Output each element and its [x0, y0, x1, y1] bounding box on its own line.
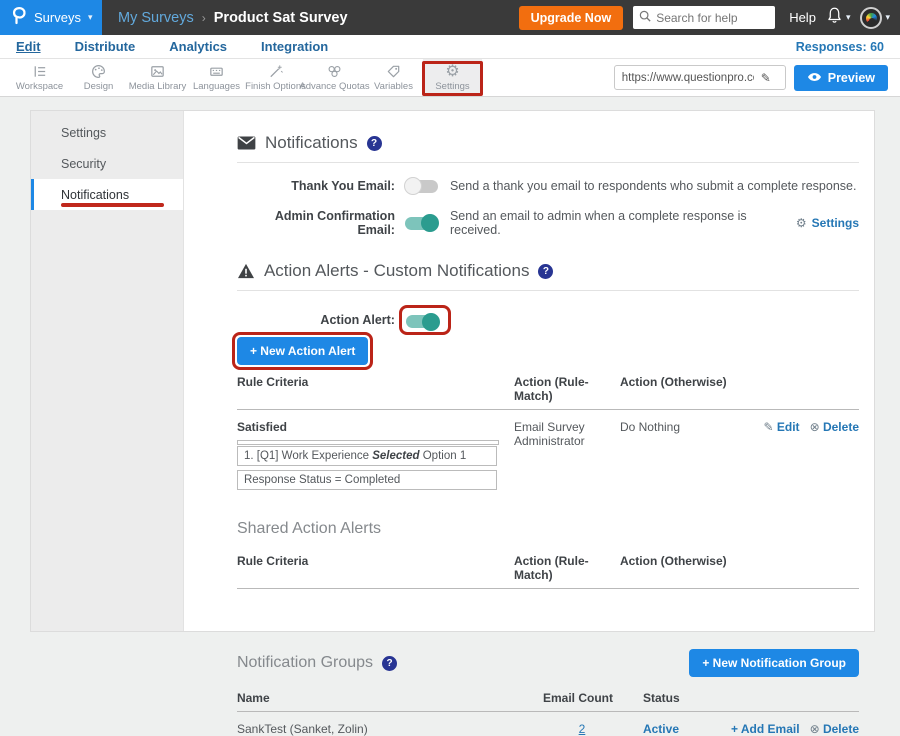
toolbar-item-variables[interactable]: Variables	[364, 59, 423, 96]
thank-you-email-row: Thank You Email: Send a thank you email …	[237, 179, 859, 193]
notification-groups-header: Notification Groups ? + New Notification…	[237, 649, 859, 677]
edit-url-pencil-icon[interactable]: ✎	[754, 71, 778, 85]
chevron-down-icon: ▾	[88, 12, 93, 23]
toolbar-item-workspace[interactable]: Workspace	[10, 59, 69, 96]
variables-tag-icon	[385, 63, 402, 80]
sidebar-item-security[interactable]: Security	[31, 148, 183, 179]
group-row: SankTest (Sanket, Zolin) 2 Active + Add …	[237, 712, 859, 736]
help-icon[interactable]: ?	[367, 136, 382, 151]
delete-alert-link[interactable]: Delete	[823, 420, 859, 434]
admin-email-settings-link[interactable]: Settings	[812, 216, 859, 230]
chevron-down-icon: ▾	[846, 12, 851, 23]
product-label: Surveys	[34, 10, 81, 25]
action-alerts-table-header: Rule Criteria Action (Rule-Match) Action…	[237, 375, 859, 410]
toolbar-item-finish-options[interactable]: Finish Options	[246, 59, 305, 96]
edit-pencil-icon: ✎	[763, 420, 773, 434]
advance-quotas-links-icon	[326, 63, 343, 80]
preview-button[interactable]: Preview	[794, 65, 888, 91]
delete-group-link[interactable]: Delete	[823, 722, 859, 736]
settings-page: Settings Security Notifications Notifica…	[0, 97, 900, 655]
edit-alert-link[interactable]: Edit	[777, 420, 800, 434]
chevron-down-icon: ▾	[885, 12, 890, 23]
tab-distribute[interactable]: Distribute	[75, 39, 136, 54]
new-action-alert-button[interactable]: + New Action Alert	[237, 337, 368, 365]
warning-triangle-icon	[237, 263, 255, 279]
gear-icon: ⚙	[796, 216, 807, 230]
toolbar-item-media-library[interactable]: Media Library	[128, 59, 187, 96]
criteria-strip	[237, 440, 499, 445]
tab-analytics[interactable]: Analytics	[169, 39, 227, 54]
help-link[interactable]: Help	[789, 10, 816, 25]
help-icon[interactable]: ?	[538, 264, 553, 279]
groups-table-header: Name Email Count Status	[237, 691, 859, 712]
breadcrumb: My Surveys › Product Sat Survey	[118, 10, 348, 26]
admin-confirmation-email-row: Admin Confirmation Email: Send an email …	[237, 209, 859, 237]
search-input[interactable]	[656, 11, 766, 25]
sidebar-item-notifications[interactable]: Notifications	[31, 179, 183, 210]
tab-integration[interactable]: Integration	[261, 39, 328, 54]
settings-gear-icon: ⚙	[445, 63, 459, 80]
group-status: Active	[621, 722, 731, 736]
avatar	[860, 7, 882, 29]
thank-you-email-toggle[interactable]	[405, 180, 438, 193]
admin-confirmation-email-toggle[interactable]	[405, 217, 438, 230]
new-notification-group-button[interactable]: + New Notification Group	[689, 649, 859, 677]
top-header: Surveys ▾ My Surveys › Product Sat Surve…	[0, 0, 900, 35]
finish-options-wand-icon	[267, 63, 284, 80]
media-library-icon	[149, 63, 166, 80]
survey-url-box: ✎	[614, 65, 786, 90]
email-count-link[interactable]: 2	[579, 722, 586, 736]
toolbar-item-languages[interactable]: Languages	[187, 59, 246, 96]
languages-keyboard-icon	[208, 63, 225, 80]
delete-circle-icon: ⊗	[810, 722, 820, 736]
questionpro-app: Surveys ▾ My Surveys › Product Sat Surve…	[0, 0, 900, 655]
workspace-icon	[31, 63, 48, 80]
help-search-box[interactable]	[633, 6, 775, 29]
rule-match-action: Email Survey Administrator	[514, 420, 620, 494]
settings-sidebar: Settings Security Notifications	[31, 111, 184, 631]
design-palette-icon	[90, 63, 107, 80]
survey-nav: Edit Distribute Analytics Integration Re…	[0, 35, 900, 59]
search-icon	[639, 9, 651, 27]
survey-url-input[interactable]	[622, 72, 754, 84]
otherwise-action: Do Nothing	[620, 420, 742, 494]
action-alert-toggle-row: Action Alert:	[237, 305, 859, 335]
edit-toolbar: Workspace Design Media Library Languages…	[0, 59, 900, 97]
breadcrumb-separator-icon: ›	[202, 11, 206, 25]
questionpro-logo-icon	[12, 6, 27, 30]
upgrade-now-button[interactable]: Upgrade Now	[519, 6, 624, 30]
action-alert-row: Satisfied 1. [Q1] Work Experience Select…	[237, 410, 859, 494]
action-alerts-section-title: Action Alerts - Custom Notifications ?	[237, 261, 859, 281]
notifications-section-title: Notifications ?	[237, 133, 859, 153]
shared-alerts-table-header: Rule Criteria Action (Rule-Match) Action…	[237, 554, 859, 589]
breadcrumb-current-survey: Product Sat Survey	[214, 10, 348, 26]
action-alert-toggle[interactable]	[406, 315, 439, 328]
bell-icon	[826, 6, 843, 29]
shared-action-alerts-title: Shared Action Alerts	[237, 520, 859, 538]
criteria-2: Response Status = Completed	[237, 470, 497, 490]
help-icon[interactable]: ?	[382, 656, 397, 671]
notifications-content: Notifications ? Thank You Email: Send a …	[184, 111, 874, 631]
responses-count: Responses: 60	[796, 40, 884, 54]
breadcrumb-my-surveys[interactable]: My Surveys	[118, 10, 194, 26]
group-name: SankTest (Sanket, Zolin)	[237, 722, 543, 736]
annotation-notifications-red-underline	[61, 203, 164, 207]
settings-card: Settings Security Notifications Notifica…	[30, 110, 875, 632]
criteria-1: 1. [Q1] Work Experience Selected Option …	[237, 446, 497, 466]
notification-groups-title: Notification Groups	[237, 654, 373, 672]
rule-status: Satisfied	[237, 420, 514, 434]
toolbar-item-settings[interactable]: ⚙ Settings	[423, 59, 482, 96]
toolbar-item-advance-quotas[interactable]: Advance Quotas	[305, 59, 364, 96]
tab-edit[interactable]: Edit	[16, 39, 41, 54]
eye-icon	[807, 71, 822, 85]
notifications-bell-menu[interactable]: ▾	[826, 6, 851, 29]
sidebar-item-settings[interactable]: Settings	[31, 117, 183, 148]
toolbar-item-design[interactable]: Design	[69, 59, 128, 96]
surveys-product-menu[interactable]: Surveys ▾	[0, 0, 102, 35]
envelope-icon	[237, 136, 256, 150]
account-menu[interactable]: ▾	[860, 7, 890, 29]
add-email-link[interactable]: + Add Email	[731, 722, 800, 736]
delete-circle-icon: ⊗	[810, 420, 820, 434]
